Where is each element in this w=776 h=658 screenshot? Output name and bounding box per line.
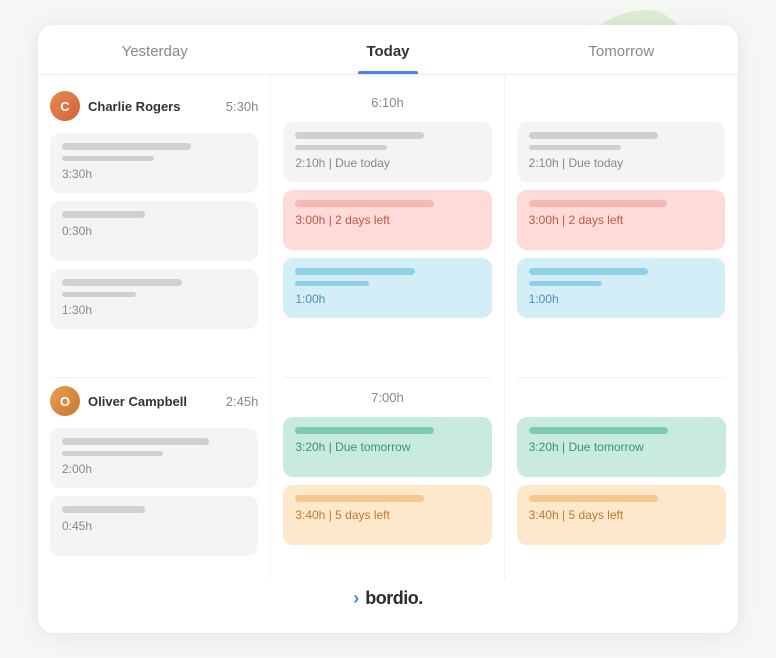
charlie-y-card-3[interactable]: 1:30h (50, 269, 258, 329)
charlie-tomorrow-placeholder (517, 91, 725, 110)
oliver-y-card-1[interactable]: 2:00h (50, 428, 258, 488)
task-bar (62, 211, 145, 218)
charlie-y-card-2[interactable]: 0:30h (50, 201, 258, 261)
task-bar (529, 495, 659, 502)
charlie-tm-card-3[interactable]: 1:00h (517, 258, 725, 318)
task-bar (529, 268, 649, 275)
charlie-t-card-2[interactable]: 3:00h | 2 days left (283, 190, 491, 250)
task-label: 3:40h | 5 days left (529, 508, 714, 522)
charlie-t-card-1[interactable]: 2:10h | Due today (283, 122, 491, 182)
separator (517, 377, 726, 378)
oliver-name: Oliver Campbell (88, 394, 218, 409)
oliver-today-col: 7:00h 3:20h | Due tomorrow 3:40h | 5 day… (271, 353, 504, 580)
task-label: 3:20h | Due tomorrow (295, 440, 479, 454)
oliver-yesterday-col: O Oliver Campbell 2:45h 2:00h 0:45h (38, 353, 271, 580)
brand-logo: bordio. (365, 588, 423, 609)
grid-body: C Charlie Rogers 5:30h 3:30h 0:30h 1:30h (38, 75, 738, 580)
header-tomorrow[interactable]: Tomorrow (505, 43, 738, 74)
main-card: Yesterday Today Tomorrow C Charlie Roger… (38, 25, 738, 633)
oliver-today-total: 7:00h (283, 386, 491, 405)
task-label: 0:30h (62, 224, 246, 238)
task-bar (62, 506, 145, 513)
task-label: 3:40h | 5 days left (295, 508, 479, 522)
separator (50, 377, 258, 378)
task-bar (62, 279, 182, 286)
task-bar-2 (529, 145, 621, 150)
task-bar (295, 495, 424, 502)
charlie-today-total: 6:10h (283, 91, 491, 110)
task-bar-2 (295, 145, 387, 150)
oliver-tm-card-1[interactable]: 3:20h | Due tomorrow (517, 417, 726, 477)
header-yesterday[interactable]: Yesterday (38, 43, 271, 74)
charlie-user-row: C Charlie Rogers 5:30h (50, 91, 258, 121)
oliver-avatar: O (50, 386, 80, 416)
task-bar (529, 132, 658, 139)
task-bar (62, 438, 209, 445)
task-bar-2 (62, 292, 136, 297)
task-bar-2 (62, 156, 154, 161)
task-bar (529, 200, 667, 207)
charlie-tm-card-2[interactable]: 3:00h | 2 days left (517, 190, 725, 250)
oliver-tomorrow-placeholder (517, 386, 726, 405)
task-bar (295, 427, 433, 434)
task-label: 3:00h | 2 days left (529, 213, 713, 227)
charlie-name: Charlie Rogers (88, 99, 218, 114)
oliver-yesterday-hours: 2:45h (226, 394, 259, 409)
task-label: 1:30h (62, 303, 246, 317)
column-headers: Yesterday Today Tomorrow (38, 25, 738, 75)
header-today[interactable]: Today (271, 43, 504, 74)
task-label: 3:00h | 2 days left (295, 213, 479, 227)
task-bar-2 (62, 451, 163, 456)
oliver-tomorrow-col: 3:20h | Due tomorrow 3:40h | 5 days left (505, 353, 738, 580)
separator (283, 377, 491, 378)
oliver-user-row: O Oliver Campbell 2:45h (50, 386, 258, 416)
task-bar (295, 132, 424, 139)
task-bar (529, 427, 668, 434)
footer: › bordio. (38, 580, 738, 609)
charlie-today-col: 6:10h 2:10h | Due today 3:00h | 2 days l… (271, 75, 504, 353)
task-label: 3:20h | Due tomorrow (529, 440, 714, 454)
charlie-yesterday-hours: 5:30h (226, 99, 259, 114)
task-bar-2 (529, 281, 603, 286)
charlie-y-card-1[interactable]: 3:30h (50, 133, 258, 193)
task-label: 2:10h | Due today (295, 156, 479, 170)
charlie-yesterday-col: C Charlie Rogers 5:30h 3:30h 0:30h 1:30h (38, 75, 271, 353)
task-bar-2 (295, 281, 369, 286)
oliver-tm-card-2[interactable]: 3:40h | 5 days left (517, 485, 726, 545)
oliver-t-card-1[interactable]: 3:20h | Due tomorrow (283, 417, 491, 477)
task-bar (295, 200, 433, 207)
charlie-tomorrow-col: 2:10h | Due today 3:00h | 2 days left 1:… (505, 75, 738, 353)
oliver-y-card-2[interactable]: 0:45h (50, 496, 258, 556)
task-label: 1:00h (529, 292, 713, 306)
task-label: 3:30h (62, 167, 246, 181)
charlie-avatar: C (50, 91, 80, 121)
charlie-tm-card-1[interactable]: 2:10h | Due today (517, 122, 725, 182)
task-label: 1:00h (295, 292, 479, 306)
task-bar (295, 268, 415, 275)
brand-chevron-icon: › (353, 588, 359, 609)
oliver-t-card-2[interactable]: 3:40h | 5 days left (283, 485, 491, 545)
task-label: 0:45h (62, 519, 246, 533)
task-label: 2:00h (62, 462, 246, 476)
charlie-t-card-3[interactable]: 1:00h (283, 258, 491, 318)
task-bar (62, 143, 191, 150)
task-label: 2:10h | Due today (529, 156, 713, 170)
